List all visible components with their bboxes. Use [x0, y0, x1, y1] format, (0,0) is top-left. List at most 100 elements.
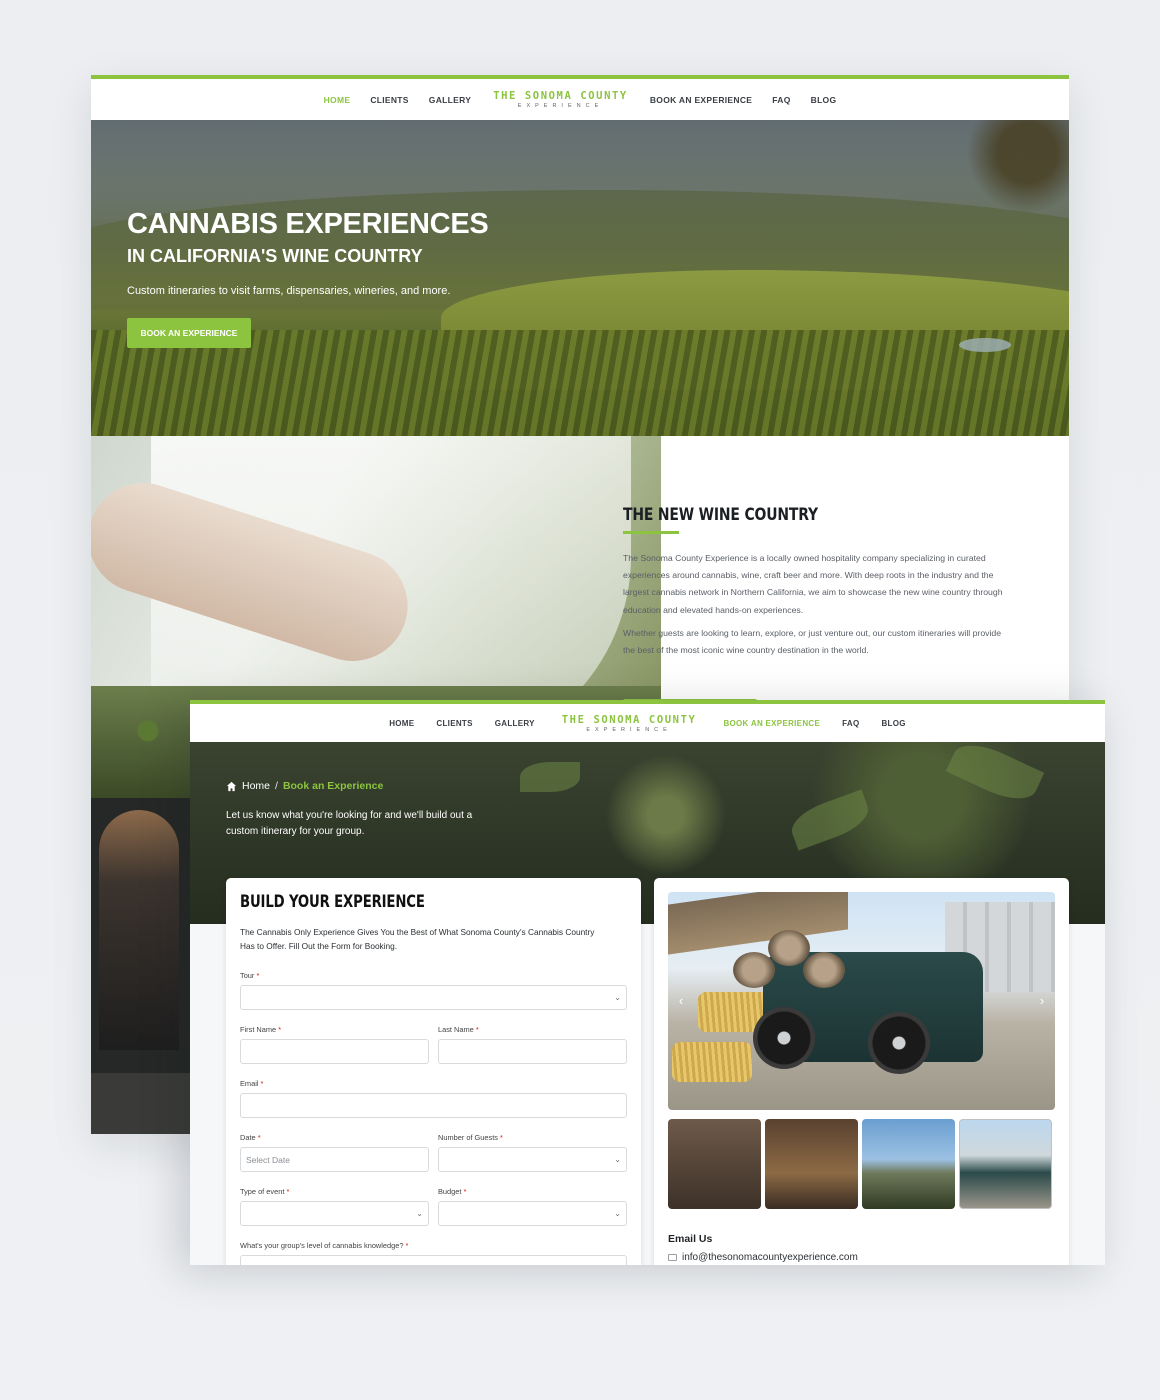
canopy — [668, 892, 848, 955]
chevron-right-icon[interactable]: › — [1035, 994, 1049, 1008]
barrel — [803, 952, 845, 988]
hero-title: CANNABIS EXPERIENCES — [127, 208, 489, 240]
chevron-down-icon: ⌄ — [614, 1209, 621, 1218]
knowledge-field: What's your group's level of cannabis kn… — [240, 1241, 627, 1265]
bartender-photo — [91, 798, 190, 1134]
knowledge-select[interactable] — [240, 1255, 627, 1265]
nav-gallery[interactable]: GALLERY — [429, 95, 471, 105]
email-input[interactable] — [240, 1093, 627, 1118]
leaf — [786, 789, 874, 851]
nav-clients[interactable]: CLIENTS — [436, 719, 472, 728]
barrel — [733, 952, 775, 988]
about-paragraph-1: The Sonoma County Experience is a locall… — [623, 553, 1003, 615]
knowledge-label-text: What's your group's level of cannabis kn… — [240, 1241, 404, 1250]
email-label: Email * — [240, 1079, 627, 1088]
hay-bale — [672, 1042, 752, 1082]
budget-label: Budget * — [438, 1187, 627, 1196]
breadcrumb-separator: / — [275, 780, 278, 792]
date-label: Date * — [240, 1133, 429, 1142]
nav-home[interactable]: HOME — [389, 719, 414, 728]
breadcrumb-current: Book an Experience — [282, 780, 384, 792]
required-mark: * — [278, 1025, 282, 1034]
required-mark: * — [463, 1187, 467, 1196]
nav-clients[interactable]: CLIENTS — [370, 95, 408, 105]
wheel — [753, 1007, 815, 1069]
site-logo[interactable]: THE SONOMA COUNTY EXPERIENCE — [562, 714, 697, 733]
gallery-card: ‹ › Email Us info@thesonomacountyexperie… — [654, 878, 1069, 1265]
booking-window: HOME CLIENTS GALLERY THE SONOMA COUNTY E… — [190, 700, 1105, 1265]
nav-gallery[interactable]: GALLERY — [495, 719, 535, 728]
bartender-figure — [99, 810, 179, 1050]
gallery-thumb-2[interactable] — [765, 1119, 858, 1209]
tree-branches — [929, 120, 1069, 230]
nav-faq[interactable]: FAQ — [772, 95, 790, 105]
main-nav: HOME CLIENTS GALLERY THE SONOMA COUNTY E… — [91, 79, 1069, 120]
site-logo[interactable]: THE SONOMA COUNTY EXPERIENCE — [493, 90, 628, 109]
chevron-left-icon[interactable]: ‹ — [674, 994, 688, 1008]
first-name-label-text: First Name — [240, 1025, 277, 1034]
chevron-down-icon: ⌄ — [416, 1209, 423, 1218]
about-heading: THE NEW WINE COUNTRY — [623, 505, 818, 525]
nav-blog[interactable]: BLOG — [881, 719, 905, 728]
last-name-field: Last Name * — [438, 1025, 627, 1064]
last-name-label-text: Last Name — [438, 1025, 474, 1034]
form-subtitle: The Cannabis Only Experience Gives You t… — [240, 927, 595, 951]
email-contact[interactable]: info@thesonomacountyexperience.com — [668, 1252, 858, 1263]
event-type-field: Type of event * ⌄ — [240, 1187, 429, 1226]
intro-text: Let us know what you're looking for and … — [226, 810, 473, 837]
date-input[interactable]: Select Date — [240, 1147, 429, 1172]
logo-title: THE SONOMA COUNTY — [561, 713, 697, 726]
hero-tagline: Custom itineraries to visit farms, dispe… — [127, 285, 451, 297]
nav-home[interactable]: HOME — [324, 95, 351, 105]
bar-counter — [91, 1073, 190, 1134]
nav-blog[interactable]: BLOG — [811, 95, 837, 105]
guests-field: Number of Guests * ⌄ — [438, 1133, 627, 1172]
gallery-thumb-1[interactable] — [668, 1119, 761, 1209]
required-mark: * — [405, 1241, 409, 1250]
barrel — [768, 930, 810, 966]
budget-select[interactable]: ⌄ — [438, 1201, 627, 1226]
date-label-text: Date — [240, 1133, 256, 1142]
main-gallery-photo[interactable]: ‹ › — [668, 892, 1055, 1110]
event-type-select[interactable]: ⌄ — [240, 1201, 429, 1226]
booking-form: BUILD YOUR EXPERIENCE The Cannabis Only … — [226, 878, 641, 1265]
nav-book[interactable]: BOOK AN EXPERIENCE — [650, 95, 752, 105]
nav-book[interactable]: BOOK AN EXPERIENCE — [723, 719, 820, 728]
budget-label-text: Budget — [438, 1187, 462, 1196]
required-mark: * — [500, 1133, 503, 1142]
logo-subtitle: EXPERIENCE — [586, 726, 672, 733]
home-icon[interactable] — [226, 781, 237, 792]
breadcrumb-home[interactable]: Home — [242, 780, 270, 792]
nav-faq[interactable]: FAQ — [842, 719, 859, 728]
logo-subtitle: EXPERIENCE — [517, 103, 604, 109]
hero-section: CANNABIS EXPERIENCES IN CALIFORNIA'S WIN… — [91, 120, 1069, 436]
main-nav: HOME CLIENTS GALLERY THE SONOMA COUNTY E… — [190, 704, 1105, 742]
chevron-down-icon: ⌄ — [614, 1155, 621, 1164]
guests-label: Number of Guests * — [438, 1133, 627, 1142]
gallery-thumb-3[interactable] — [862, 1119, 955, 1209]
book-experience-button[interactable]: BOOK AN EXPERIENCE — [127, 318, 251, 348]
guests-select[interactable]: ⌄ — [438, 1147, 627, 1172]
tour-select[interactable]: ⌄ — [240, 985, 627, 1010]
last-name-input[interactable] — [438, 1039, 627, 1064]
envelope-icon — [668, 1254, 677, 1261]
chevron-down-icon: ⌄ — [614, 993, 621, 1002]
event-type-label: Type of event * — [240, 1187, 429, 1196]
leaf — [520, 762, 580, 792]
date-placeholder: Select Date — [246, 1154, 290, 1165]
about-paragraph-2: Whether guests are looking to learn, exp… — [623, 627, 1002, 656]
tour-label-text: Tour — [240, 971, 255, 980]
tour-field: Tour * ⌄ — [240, 971, 627, 1010]
last-name-label: Last Name * — [438, 1025, 627, 1034]
leaf — [945, 742, 1045, 810]
gallery-thumb-4[interactable] — [959, 1119, 1052, 1209]
email-address[interactable]: info@thesonomacountyexperience.com — [682, 1252, 858, 1263]
required-mark: * — [257, 1133, 261, 1142]
heading-underline — [623, 531, 679, 534]
first-name-field: First Name * — [240, 1025, 429, 1064]
tour-label: Tour * — [240, 971, 627, 980]
first-name-input[interactable] — [240, 1039, 429, 1064]
required-mark: * — [256, 971, 260, 980]
email-label-text: Email — [240, 1079, 259, 1088]
about-section: THE NEW WINE COUNTRY The Sonoma County E… — [623, 505, 1003, 705]
